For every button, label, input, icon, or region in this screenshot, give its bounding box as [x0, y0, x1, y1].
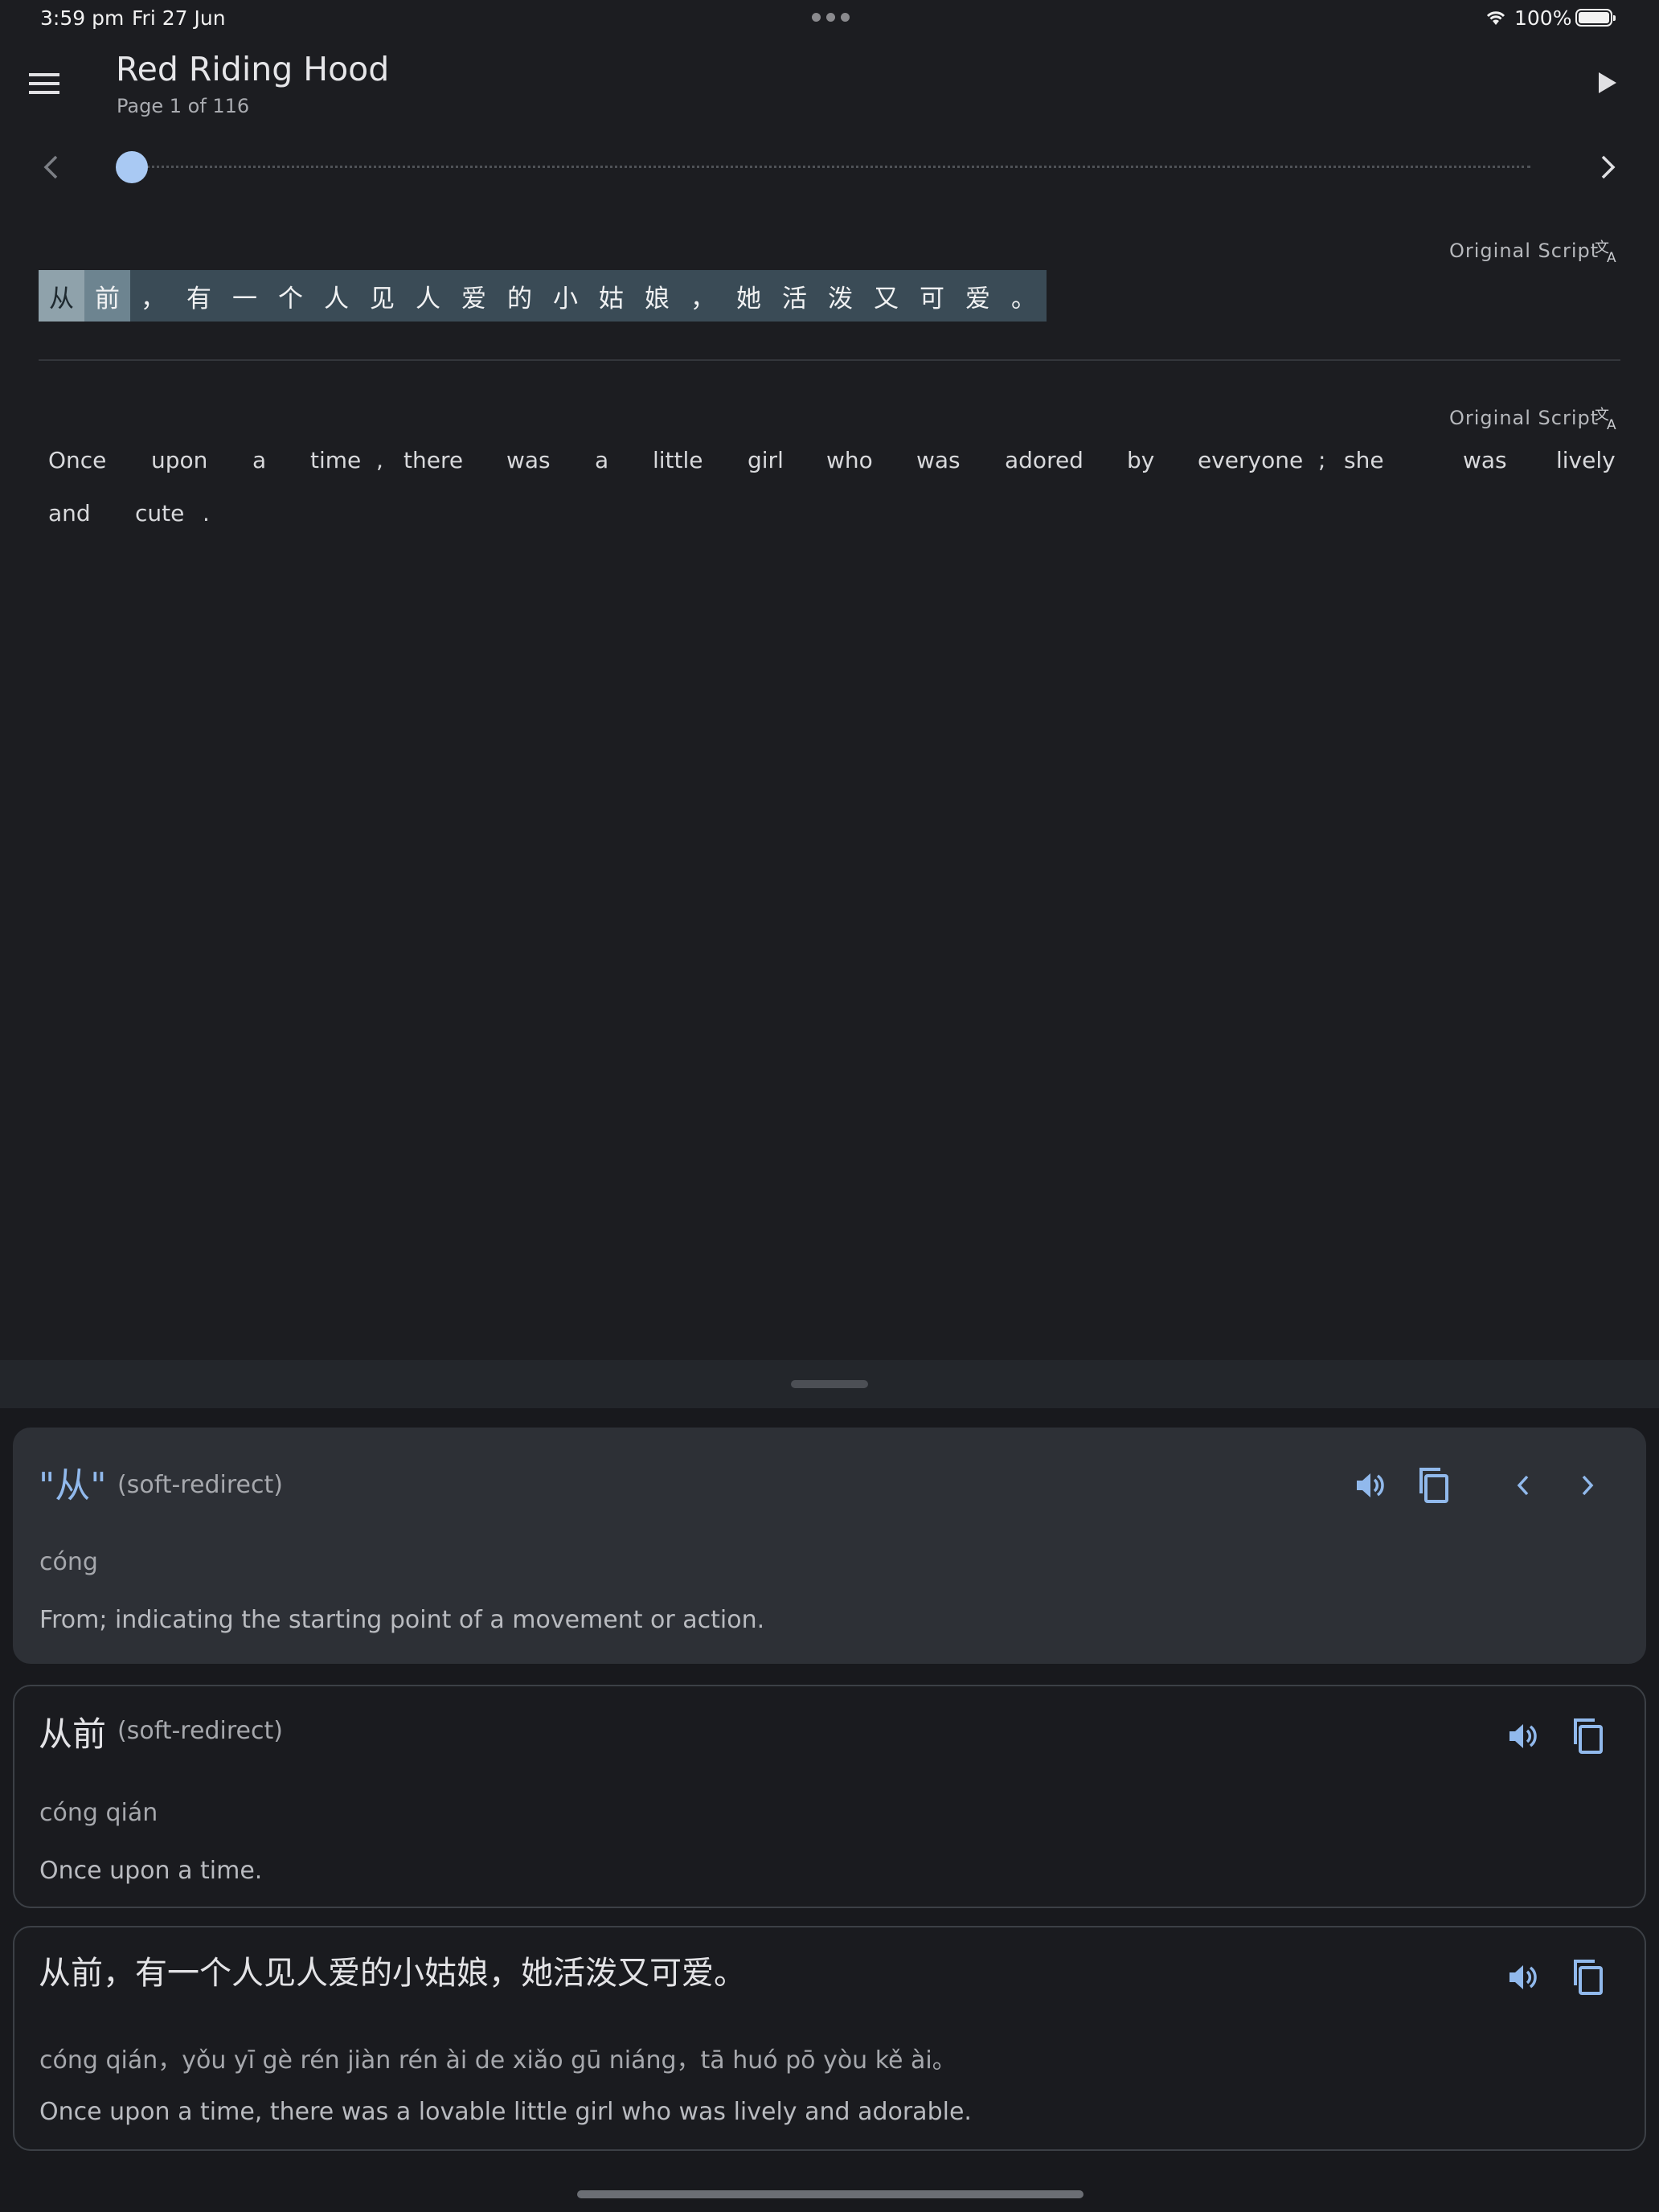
translation-word[interactable]: upon	[151, 447, 207, 473]
copy-icon[interactable]	[1418, 1468, 1450, 1503]
original-char[interactable]: 有	[176, 270, 222, 322]
previous-page-chevron-left-icon[interactable]	[42, 154, 59, 180]
sentence-translation: Once upon a time, there was a lovable li…	[39, 2098, 972, 2126]
translation-word[interactable]: .	[203, 500, 210, 526]
original-char[interactable]: 见	[359, 270, 405, 322]
sheet-drag-handle[interactable]	[791, 1380, 868, 1388]
next-page-chevron-right-icon[interactable]	[1600, 154, 1617, 180]
translation-word[interactable]: little	[653, 447, 703, 473]
previous-entry-chevron-left-icon[interactable]	[1514, 1473, 1532, 1498]
speaker-icon[interactable]	[1354, 1469, 1386, 1501]
section-divider	[39, 359, 1620, 361]
copy-icon[interactable]	[1572, 1960, 1604, 1995]
original-char[interactable]: 她	[726, 270, 772, 322]
entry-tag: (soft-redirect)	[117, 1471, 283, 1499]
entry-definition: Once upon a time.	[39, 1857, 263, 1885]
entry-tag: (soft-redirect)	[117, 1717, 283, 1745]
entry-pinyin: cóng qián	[39, 1799, 158, 1827]
original-char[interactable]: 爱	[955, 270, 1001, 322]
original-char[interactable]: ，	[680, 270, 726, 322]
page-indicator: Page 1 of 116	[117, 95, 250, 117]
battery-percent: 100%	[1514, 6, 1572, 30]
translation-word[interactable]: was	[1463, 447, 1507, 473]
translation-word[interactable]: a	[252, 447, 266, 473]
entry-definition: From; indicating the starting point of a…	[39, 1606, 765, 1634]
original-char[interactable]: 从	[39, 270, 84, 322]
original-char[interactable]: 可	[909, 270, 955, 322]
entry-pinyin: cóng	[39, 1548, 98, 1576]
play-icon[interactable]	[1597, 71, 1618, 95]
original-char[interactable]: 爱	[451, 270, 497, 322]
original-char[interactable]: 姑	[588, 270, 634, 322]
original-sentence-row: 从前，有一个人见人爱的小姑娘，她活泼又可爱。	[39, 270, 1047, 322]
sentence-pinyin: cóng qián，yǒu yī gè rén jiàn rén ài de x…	[39, 2046, 956, 2075]
original-char[interactable]: 。	[1001, 270, 1047, 322]
translation-word[interactable]: ,	[376, 447, 383, 473]
translation-word[interactable]: everyone	[1198, 447, 1303, 473]
original-char[interactable]: 个	[268, 270, 313, 322]
original-char[interactable]: 前	[84, 270, 130, 322]
translation-word[interactable]: girl	[748, 447, 784, 473]
original-char[interactable]: ，	[130, 270, 176, 322]
original-char[interactable]: 小	[543, 270, 588, 322]
translation-word[interactable]: and	[48, 500, 91, 526]
original-char[interactable]: 活	[772, 270, 817, 322]
original-script-label: Original Script	[1449, 240, 1600, 262]
battery-icon	[1575, 9, 1616, 27]
sentence-headword: 从前，有一个人见人爱的小姑娘，她活泼又可爱。	[39, 1955, 746, 1992]
translation-word[interactable]: cute	[135, 500, 184, 526]
translate-icon[interactable]: 文A	[1595, 405, 1620, 431]
page-slider-track[interactable]	[132, 166, 1530, 168]
original-char[interactable]: 的	[497, 270, 543, 322]
status-time: 3:59 pm	[40, 6, 125, 30]
original-char[interactable]: 一	[222, 270, 268, 322]
next-entry-chevron-right-icon[interactable]	[1579, 1473, 1596, 1498]
translation-word[interactable]: lively	[1556, 447, 1616, 473]
original-char[interactable]: 人	[405, 270, 451, 322]
original-char[interactable]: 人	[313, 270, 359, 322]
speaker-icon[interactable]	[1506, 1961, 1538, 1993]
menu-icon[interactable]	[29, 72, 61, 96]
home-indicator[interactable]	[577, 2190, 1083, 2198]
translation-word[interactable]: was	[506, 447, 551, 473]
translation-word[interactable]: who	[826, 447, 873, 473]
translation-word[interactable]: Once	[48, 447, 106, 473]
status-date: Fri 27 Jun	[132, 6, 226, 30]
original-char[interactable]: 泼	[817, 270, 863, 322]
svg-text:A: A	[1607, 417, 1616, 431]
translation-word[interactable]: ;	[1318, 447, 1325, 473]
translation-word[interactable]: adored	[1005, 447, 1083, 473]
page-slider-thumb[interactable]	[116, 151, 148, 183]
entry-headword: 从前	[39, 1714, 107, 1754]
translation-word[interactable]: she	[1344, 447, 1384, 473]
translation-word[interactable]: was	[916, 447, 961, 473]
book-title: Red Riding Hood	[116, 50, 390, 88]
wifi-icon	[1484, 9, 1508, 27]
multitasking-dots-icon[interactable]	[812, 13, 850, 22]
translation-script-label: Original Script	[1449, 407, 1600, 429]
speaker-icon[interactable]	[1506, 1720, 1538, 1752]
svg-text:A: A	[1607, 250, 1616, 264]
translation-word[interactable]: time	[310, 447, 361, 473]
original-char[interactable]: 娘	[634, 270, 680, 322]
translate-icon[interactable]: 文A	[1595, 238, 1620, 264]
translation-word[interactable]: a	[595, 447, 608, 473]
copy-icon[interactable]	[1572, 1718, 1604, 1754]
original-char[interactable]: 又	[863, 270, 909, 322]
entry-headword: "从"	[39, 1465, 107, 1506]
translation-word[interactable]: there	[403, 447, 463, 473]
translation-word[interactable]: by	[1127, 447, 1154, 473]
